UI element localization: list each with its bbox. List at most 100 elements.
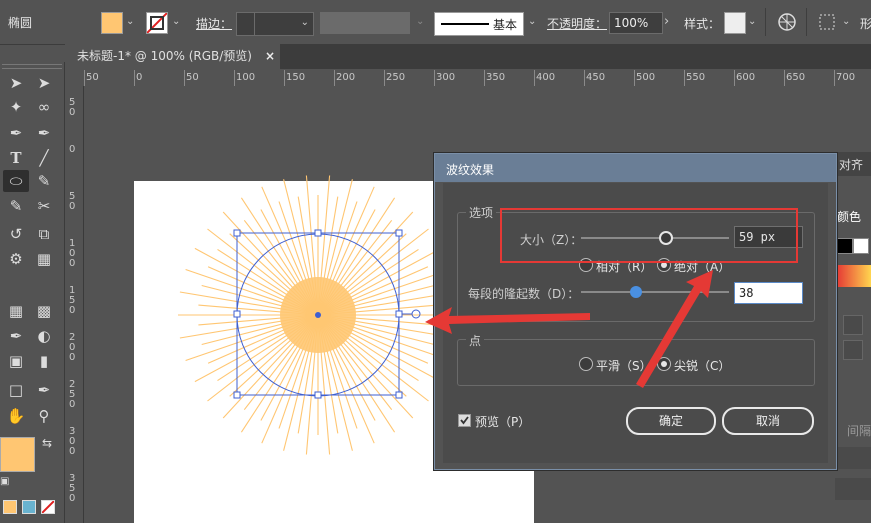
ridges-slider-thumb[interactable] <box>630 286 642 298</box>
chevron-down-icon[interactable]: ⌄ <box>748 16 756 27</box>
opacity-field[interactable]: 100% <box>609 12 663 34</box>
ruler-v-label: 50 <box>69 97 76 118</box>
spacing-field[interactable] <box>835 447 871 469</box>
fill-swatch[interactable] <box>101 12 123 34</box>
fill-color-swatch[interactable] <box>0 437 35 472</box>
artboard-tool-icon[interactable]: □ <box>4 379 28 401</box>
column-graph-icon[interactable]: ▮ <box>32 350 56 372</box>
scissors-icon[interactable]: ✂ <box>32 195 56 217</box>
slice-tool-icon[interactable]: ✒ <box>32 379 56 401</box>
preview-checkbox[interactable] <box>458 414 471 427</box>
ruler-v-label: 300 <box>69 426 76 457</box>
graphic-style-swatch[interactable] <box>724 12 746 34</box>
shaper-tool-icon[interactable]: ✎ <box>4 195 28 217</box>
chevron-right-icon[interactable]: › <box>664 14 669 29</box>
shape-label-partial: 形 <box>860 17 871 31</box>
spacing-field-2[interactable] <box>835 478 871 500</box>
magic-wand-icon[interactable]: ✦ <box>4 96 28 118</box>
preview-label: 预览（P） <box>475 415 531 429</box>
chevron-down-icon[interactable]: ⌄ <box>842 16 850 27</box>
stroke-weight-field[interactable]: ⌄ <box>254 12 314 36</box>
right-panel-dock: 对齐 颜色 间隔 <box>835 135 871 523</box>
stroke-weight-stepper[interactable] <box>236 12 256 36</box>
style-label: 样式： <box>684 17 721 31</box>
panel-button-b[interactable] <box>843 340 863 360</box>
free-transform-icon[interactable]: ▦ <box>32 248 56 270</box>
default-colors-icon[interactable]: ▣ <box>0 476 9 487</box>
ruler-v-label: 0 <box>69 144 76 155</box>
cancel-button[interactable]: 取消 <box>722 407 814 435</box>
no-stroke-icon <box>147 13 167 33</box>
gradient-mode-icon[interactable] <box>22 500 36 514</box>
brush-definition[interactable]: 基本 <box>434 12 524 36</box>
ruler-v-label: 150 <box>69 285 76 316</box>
chevron-down-icon[interactable]: ⌄ <box>172 16 180 27</box>
symbol-sprayer-icon[interactable]: ▣ <box>4 350 28 372</box>
gradient-tool-icon[interactable]: ▩ <box>32 300 56 322</box>
ok-button[interactable]: 确定 <box>626 407 716 435</box>
blend-tool-icon[interactable]: ◐ <box>32 325 56 347</box>
variable-width-profile[interactable] <box>320 12 410 34</box>
ruler-h-label: 650 <box>786 72 806 83</box>
ruler-origin[interactable] <box>65 69 85 87</box>
recolor-artwork-icon[interactable] <box>777 12 797 32</box>
document-tab-bar: 未标题-1* @ 100% (RGB/预览) × <box>65 44 871 69</box>
selection-tool-icon[interactable]: ➤ <box>4 72 28 94</box>
white-swatch[interactable] <box>853 238 869 254</box>
document-tab[interactable]: 未标题-1* @ 100% (RGB/预览) × <box>65 44 280 69</box>
ridges-input[interactable]: 38 <box>734 282 803 304</box>
ruler-h-label: 350 <box>486 72 506 83</box>
horizontal-ruler[interactable]: 50 0 50 100 150 200 250 300 350 400 450 500 550 600 65… <box>84 69 871 87</box>
stroke-swatch[interactable] <box>146 12 168 34</box>
chevron-down-icon[interactable]: ⌄ <box>528 16 536 27</box>
ridges-slider-track[interactable] <box>581 291 729 293</box>
vertical-ruler[interactable]: 50 0 50 100 150 200 250 300 350 <box>65 86 84 523</box>
stroke-label: 描边： <box>196 17 233 31</box>
ripple-shape-preview[interactable] <box>160 155 480 475</box>
zoom-tool-icon[interactable]: ⚲ <box>32 405 56 427</box>
line-tool-icon[interactable]: ╱ <box>32 147 56 169</box>
pen-tool-icon[interactable]: ✒ <box>4 122 28 144</box>
rotate-tool-icon[interactable]: ↺ <box>4 223 28 245</box>
dialog-titlebar[interactable]: 波纹效果 <box>435 154 836 182</box>
curvature-tool-icon[interactable]: ✒ <box>32 122 56 144</box>
smooth-label: 平滑（S） <box>596 359 652 373</box>
panel-button-a[interactable] <box>843 315 863 335</box>
ruler-h-label: 300 <box>436 72 456 83</box>
ruler-h-label: 400 <box>536 72 556 83</box>
ruler-h-label: 250 <box>386 72 406 83</box>
perspective-grid-icon[interactable]: ▦ <box>4 300 28 322</box>
corner-label: 尖锐（C） <box>674 359 731 373</box>
color-mode-icon[interactable] <box>3 500 17 514</box>
align-to-selection-icon[interactable] <box>817 12 837 32</box>
close-tab-icon[interactable]: × <box>265 44 275 69</box>
width-tool-icon[interactable]: ⚙ <box>4 248 28 270</box>
swap-colors-icon[interactable]: ⇆ <box>42 436 52 450</box>
color-panel-tab[interactable]: 颜色 <box>835 203 871 227</box>
ruler-v-label: 100 <box>69 238 76 269</box>
type-tool-icon[interactable]: T <box>4 147 28 169</box>
hand-tool-icon[interactable]: ✋ <box>4 405 28 427</box>
direct-selection-tool-icon[interactable]: ➤ <box>32 72 56 94</box>
black-swatch[interactable] <box>837 238 853 254</box>
options-group-label: 选项 <box>466 204 497 221</box>
eyedropper-icon[interactable]: ✒ <box>4 325 28 347</box>
ruler-h-label: 500 <box>636 72 656 83</box>
ellipse-tool-icon[interactable]: ⬭ <box>3 170 29 192</box>
corner-radio[interactable] <box>657 357 671 371</box>
live-shape-widget[interactable] <box>411 309 421 319</box>
smooth-radio[interactable] <box>579 357 593 371</box>
spacing-label: 间隔 <box>847 424 871 438</box>
panel-grip[interactable] <box>2 64 62 69</box>
chevron-down-icon[interactable]: ⌄ <box>126 16 134 27</box>
ruler-v-label: 350 <box>69 473 76 504</box>
lasso-icon[interactable]: ∞ <box>32 96 56 118</box>
scale-tool-icon[interactable]: ⧉ <box>32 223 56 245</box>
points-group-label: 点 <box>466 332 485 349</box>
highlight-box <box>500 208 798 263</box>
none-mode-icon[interactable] <box>41 500 55 514</box>
ruler-h-label: 0 <box>136 72 143 83</box>
align-panel-tab[interactable]: 对齐 <box>835 152 871 176</box>
paintbrush-icon[interactable]: ✎ <box>32 170 56 192</box>
color-spectrum[interactable] <box>837 265 871 287</box>
